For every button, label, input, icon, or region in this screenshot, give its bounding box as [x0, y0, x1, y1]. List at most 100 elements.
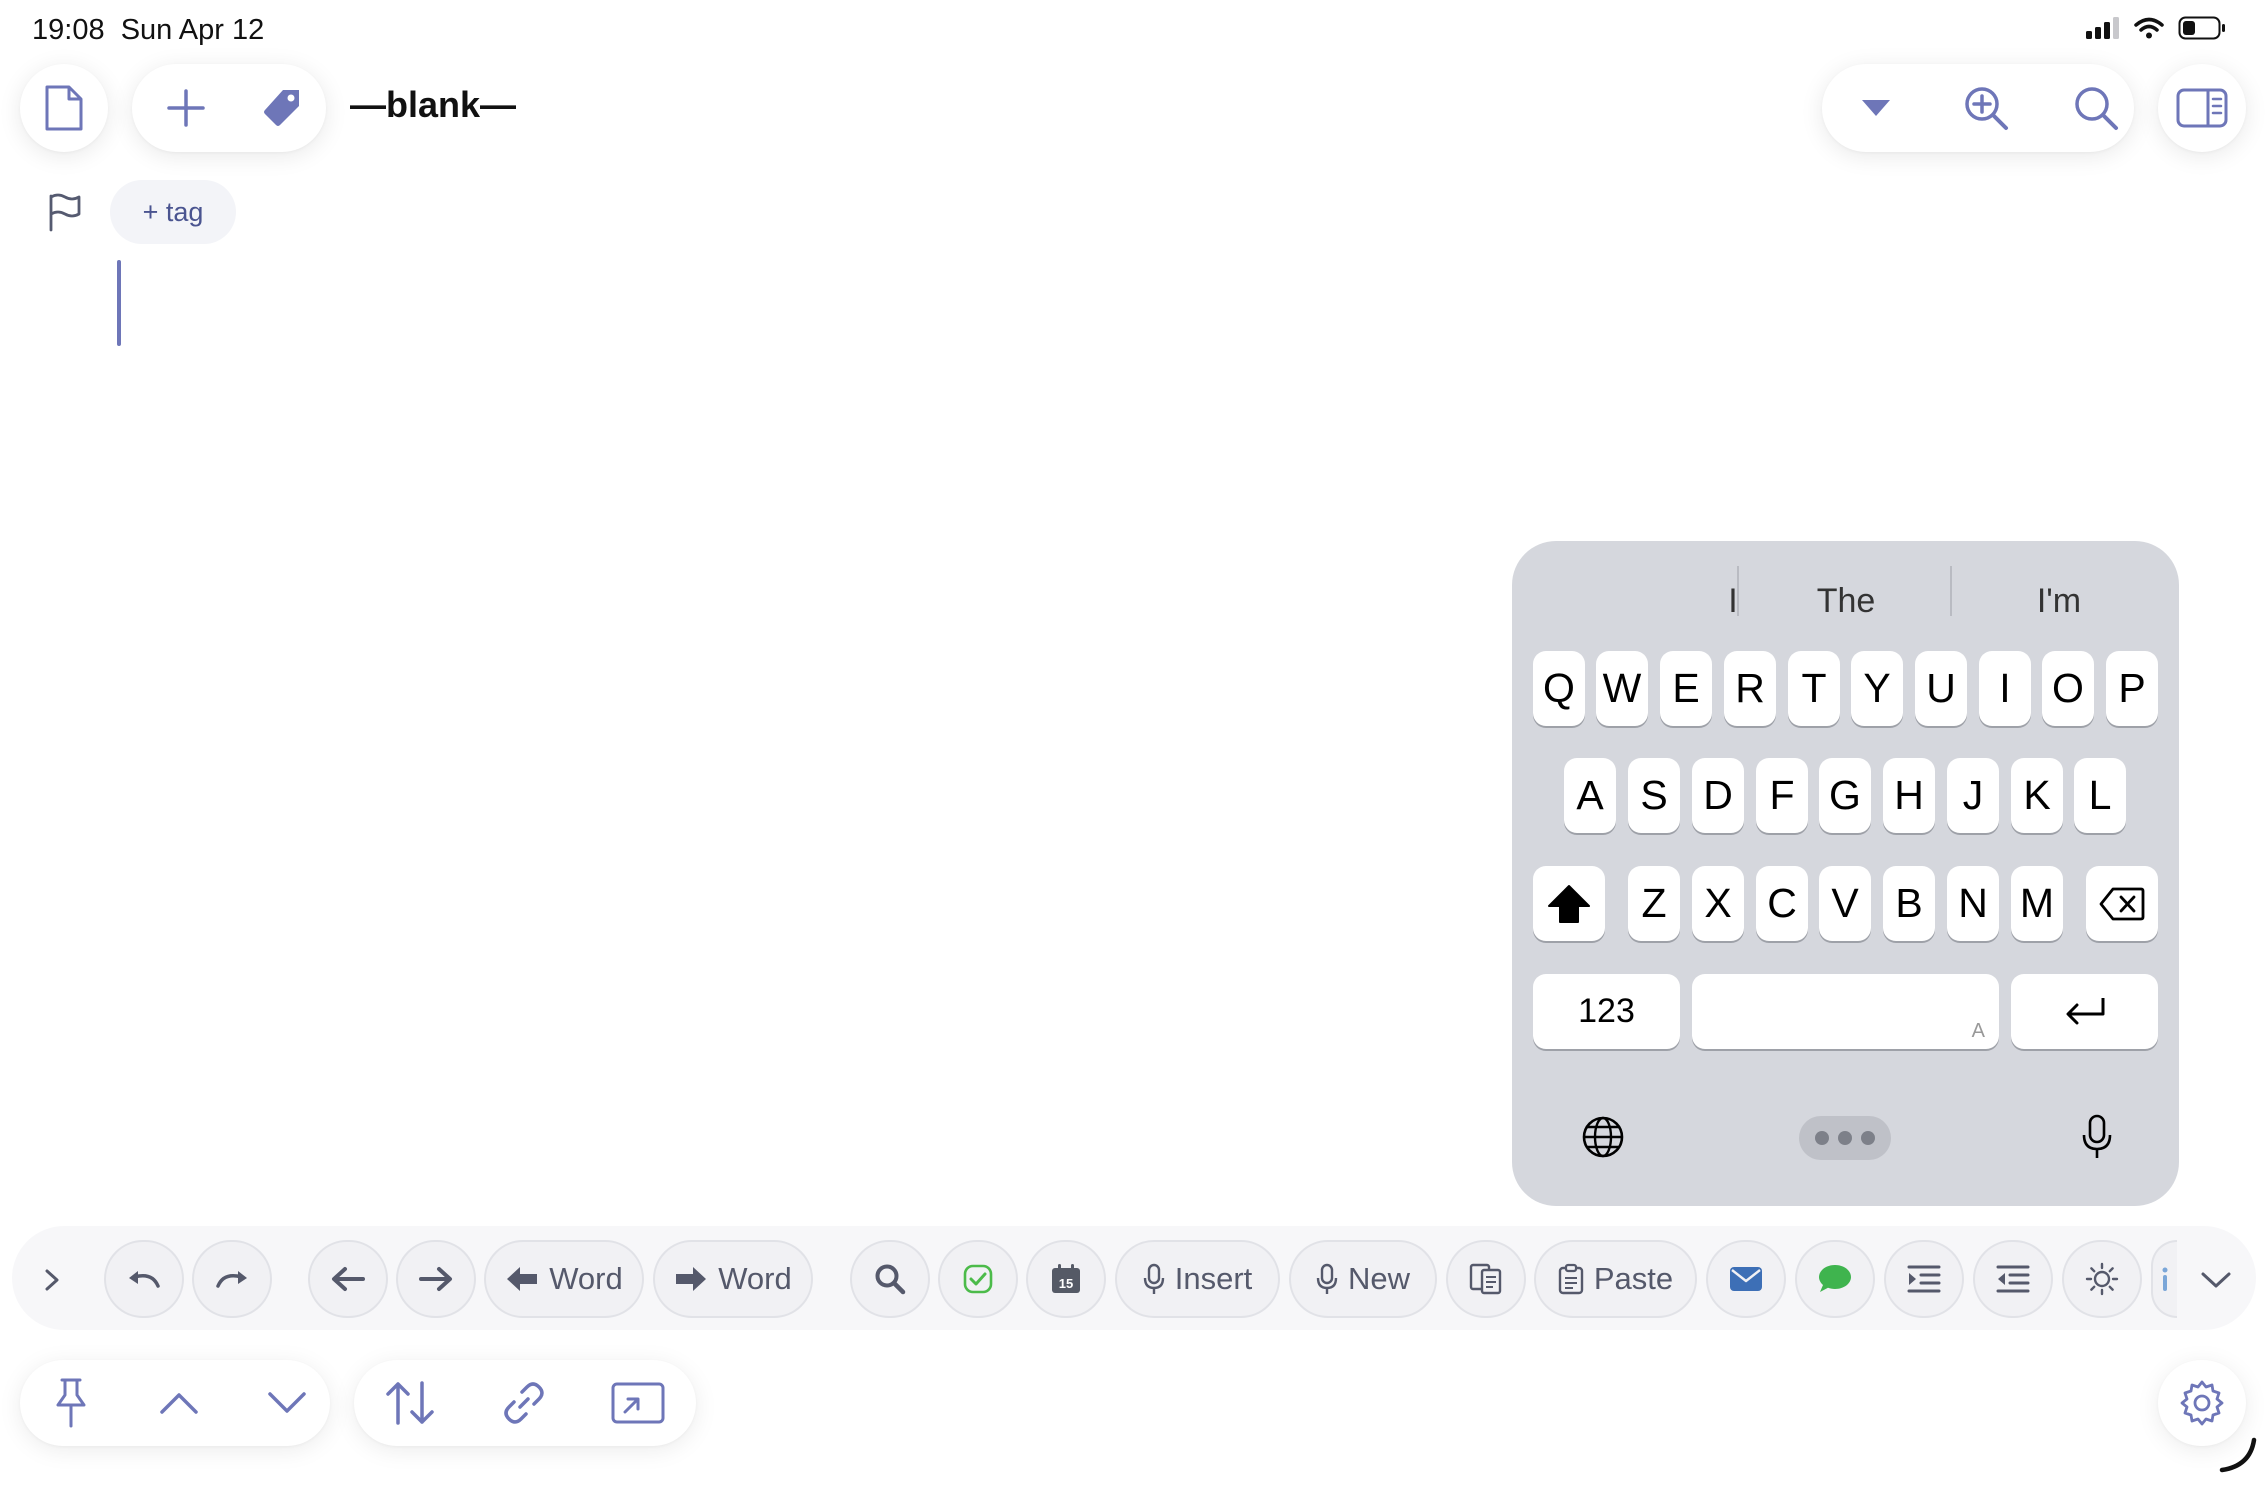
space-key[interactable]: A — [1692, 974, 1999, 1049]
status-time: 19:08 Sun Apr 12 — [32, 14, 264, 47]
keyboard-handle[interactable] — [1799, 1116, 1891, 1160]
status-clock: 19:08 — [32, 14, 105, 46]
add-tag-button[interactable]: + tag — [110, 180, 236, 244]
bottom-navigation-pill — [20, 1360, 330, 1446]
key-a[interactable]: A — [1564, 758, 1616, 833]
cursor-left-button[interactable] — [308, 1240, 388, 1318]
indent-icon — [1907, 1265, 1941, 1293]
dropdown-button[interactable] — [1836, 64, 1916, 152]
tag-button[interactable] — [242, 64, 322, 152]
key-f[interactable]: F — [1756, 758, 1808, 833]
chevron-up-icon — [160, 1393, 198, 1414]
copy-button[interactable] — [1446, 1240, 1526, 1318]
key-n[interactable]: N — [1947, 866, 1999, 941]
info-button-partial[interactable] — [2151, 1240, 2177, 1318]
next-button[interactable] — [252, 1360, 322, 1446]
key-l[interactable]: L — [2074, 758, 2126, 833]
microphone-icon — [2082, 1114, 2112, 1158]
word-right-button[interactable]: Word — [653, 1240, 813, 1318]
key-i[interactable]: I — [1979, 651, 2031, 726]
todo-button[interactable] — [938, 1240, 1018, 1318]
resize-corner-icon — [2219, 1437, 2257, 1473]
key-q[interactable]: Q — [1533, 651, 1585, 726]
theme-button[interactable] — [2062, 1240, 2142, 1318]
suggestion-divider — [1950, 566, 1952, 616]
key-t[interactable]: T — [1788, 651, 1840, 726]
shift-key[interactable] — [1533, 866, 1605, 941]
add-button[interactable] — [146, 64, 226, 152]
key-h[interactable]: H — [1883, 758, 1935, 833]
suggestion-divider — [1737, 566, 1739, 616]
message-button[interactable] — [1795, 1240, 1875, 1318]
globe-button[interactable] — [1578, 1112, 1628, 1162]
undo-button[interactable] — [104, 1240, 184, 1318]
key-z[interactable]: Z — [1628, 866, 1680, 941]
key-y[interactable]: Y — [1851, 651, 1903, 726]
dictation-button[interactable] — [2072, 1112, 2122, 1162]
word-right-arrow-icon — [676, 1267, 707, 1291]
open-in-window-button[interactable] — [598, 1360, 678, 1446]
cursor-right-button[interactable] — [396, 1240, 476, 1318]
undo-icon — [129, 1271, 160, 1288]
toolbar-expand-button[interactable] — [34, 1260, 70, 1300]
key-k[interactable]: K — [2011, 758, 2063, 833]
key-b[interactable]: B — [1883, 866, 1935, 941]
suggestion-2[interactable]: The — [1746, 571, 1946, 631]
paste-button[interactable]: Paste — [1534, 1240, 1697, 1318]
key-v[interactable]: V — [1819, 866, 1871, 941]
numbers-key[interactable]: 123 — [1533, 974, 1680, 1049]
sort-button[interactable] — [370, 1360, 450, 1446]
outdent-button[interactable] — [1973, 1240, 2053, 1318]
dictate-insert-button[interactable]: Insert — [1115, 1240, 1280, 1318]
message-bubble-icon — [1819, 1265, 1851, 1292]
return-key[interactable] — [2011, 974, 2158, 1049]
key-e[interactable]: E — [1660, 651, 1712, 726]
more-dots-icon — [1815, 1131, 1875, 1145]
word-left-arrow-icon — [507, 1267, 538, 1291]
dictate-new-button[interactable]: New — [1289, 1240, 1437, 1318]
document-button[interactable] — [20, 64, 108, 152]
link-button[interactable] — [484, 1360, 564, 1446]
key-g[interactable]: G — [1819, 758, 1871, 833]
toolbar-collapse-button[interactable] — [2192, 1258, 2240, 1302]
status-indicators — [2086, 16, 2226, 40]
key-d[interactable]: D — [1692, 758, 1744, 833]
indent-button[interactable] — [1884, 1240, 1964, 1318]
delete-key[interactable] — [2086, 866, 2158, 941]
info-icon — [2162, 1267, 2168, 1291]
chevron-down-icon — [268, 1392, 306, 1413]
key-s[interactable]: S — [1628, 758, 1680, 833]
key-r[interactable]: R — [1724, 651, 1776, 726]
previous-button[interactable] — [144, 1360, 214, 1446]
search-button[interactable] — [2056, 64, 2136, 152]
key-u[interactable]: U — [1915, 651, 1967, 726]
suggestion-3[interactable]: I'm — [1959, 571, 2159, 631]
globe-icon — [1582, 1116, 1624, 1158]
status-date: Sun Apr 12 — [120, 14, 265, 46]
find-button[interactable] — [850, 1240, 930, 1318]
flag-button[interactable] — [40, 188, 88, 236]
key-m[interactable]: M — [2011, 866, 2063, 941]
key-j[interactable]: J — [1947, 758, 1999, 833]
chevron-down-icon — [2201, 1272, 2231, 1288]
redo-icon — [216, 1271, 247, 1288]
microphone-icon — [1143, 1263, 1164, 1294]
key-c[interactable]: C — [1756, 866, 1808, 941]
sidebar-toggle-button[interactable] — [2158, 64, 2246, 152]
link-icon — [504, 1382, 544, 1424]
key-p[interactable]: P — [2106, 651, 2158, 726]
open-window-icon — [611, 1382, 665, 1424]
zoom-in-button[interactable] — [1946, 64, 2026, 152]
sidebar-icon — [2176, 88, 2228, 128]
insert-date-button[interactable]: 15 — [1026, 1240, 1106, 1318]
document-title[interactable]: —blank— — [350, 84, 516, 126]
key-w[interactable]: W — [1596, 651, 1648, 726]
return-icon — [2066, 997, 2104, 1024]
key-x[interactable]: X — [1692, 866, 1744, 941]
pin-button[interactable] — [36, 1360, 106, 1446]
mail-button[interactable] — [1706, 1240, 1786, 1318]
header-actions-pill — [132, 64, 326, 152]
redo-button[interactable] — [192, 1240, 272, 1318]
word-left-button[interactable]: Word — [484, 1240, 644, 1318]
key-o[interactable]: O — [2042, 651, 2094, 726]
